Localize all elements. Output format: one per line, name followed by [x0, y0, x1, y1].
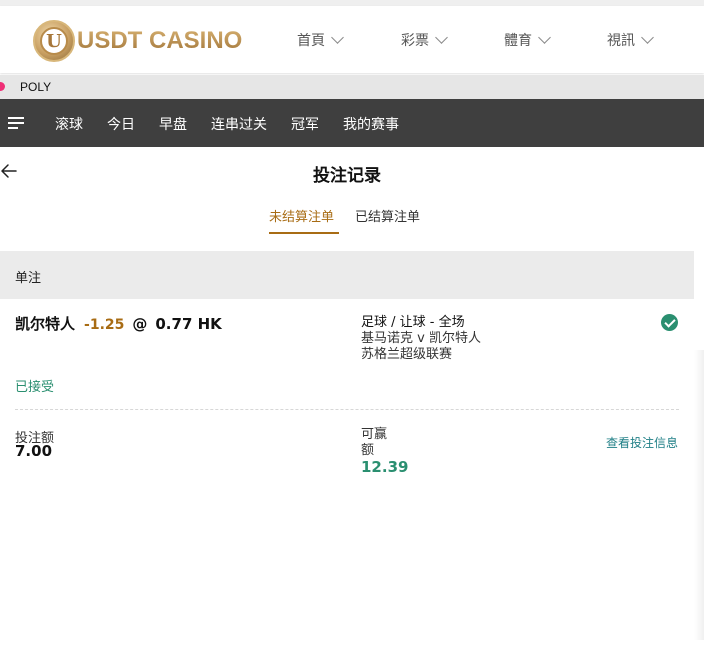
tab-settled[interactable]: 已结算注单	[355, 206, 420, 225]
topnav-item-live[interactable]: 視訊	[607, 6, 654, 73]
dashed-divider	[15, 409, 679, 410]
at-symbol: @	[132, 315, 148, 333]
selection-team: 凯尔特人	[15, 315, 76, 333]
provider-label[interactable]: POLY	[20, 80, 51, 94]
sports-tab-my-events[interactable]: 我的赛事	[343, 114, 399, 134]
potential-win-value: 12.39	[361, 458, 409, 476]
section-header: 单注	[0, 251, 694, 299]
brand-name: USDT CASINO	[77, 27, 243, 54]
market-type: 足球 / 让球 - 全场	[361, 315, 465, 330]
page-header: 投注记录 未结算注单 已结算注单	[0, 147, 704, 251]
topnav-label: 體育	[504, 32, 532, 49]
sports-tab-today[interactable]: 今日	[107, 114, 135, 134]
sports-tab-parlay[interactable]: 连串过关	[211, 114, 267, 134]
coin-logo-icon: U	[33, 20, 75, 62]
sports-tab-early[interactable]: 早盘	[159, 114, 187, 134]
potential-win-label: 可赢额	[361, 427, 388, 458]
chevron-down-icon	[331, 30, 344, 44]
bet-market-info: 足球 / 让球 - 全场 基马诺克 v 凯尔特人 苏格兰超级联赛	[361, 315, 481, 363]
logo-letter: U	[40, 27, 68, 55]
stake-value: 7.00	[15, 442, 53, 460]
chevron-down-icon	[538, 30, 551, 44]
topnav-label: 首頁	[297, 32, 325, 49]
provider-bar: POLY	[0, 75, 704, 99]
chevron-down-icon	[641, 30, 654, 44]
odds-value: 0.77 HK	[155, 315, 222, 333]
league-name: 苏格兰超级联赛	[361, 347, 453, 362]
bet-status: 已接受	[15, 380, 55, 395]
section-title: 单注	[15, 271, 42, 286]
view-bet-details-link[interactable]: 查看投注信息	[606, 434, 678, 451]
topnav-label: 視訊	[607, 32, 635, 49]
scroll-shadow	[694, 350, 704, 640]
active-tab-indicator	[269, 232, 339, 234]
sports-tab-outright[interactable]: 冠军	[291, 114, 319, 134]
match-name: 基马诺克 v 凯尔特人	[361, 331, 481, 346]
topnav-item-lottery[interactable]: 彩票	[401, 6, 448, 73]
bet-selection: 凯尔特人 -1.25 @ 0.77 HK	[15, 313, 222, 334]
site-header: U USDT CASINO 首頁 彩票 體育 視訊	[0, 6, 704, 73]
topnav-item-sports[interactable]: 體育	[504, 6, 551, 73]
menu-icon[interactable]	[8, 117, 24, 129]
sports-tab-live[interactable]: 滚球	[55, 114, 83, 134]
topnav-label: 彩票	[401, 32, 429, 49]
sports-nav: 滚球 今日 早盘 连串过关 冠军 我的赛事	[0, 99, 704, 147]
brand-logo[interactable]: U USDT CASINO	[33, 20, 242, 62]
tab-unsettled[interactable]: 未结算注单	[269, 206, 334, 225]
handicap-value: -1.25	[84, 317, 125, 333]
chevron-down-icon	[435, 30, 448, 44]
page-title: 投注记录	[313, 166, 381, 186]
bet-card: 凯尔特人 -1.25 @ 0.77 HK 足球 / 让球 - 全场 基马诺克 v…	[0, 299, 694, 499]
topnav-item-home[interactable]: 首頁	[297, 6, 344, 73]
check-circle-icon	[661, 314, 678, 331]
provider-dot-icon	[0, 82, 5, 91]
